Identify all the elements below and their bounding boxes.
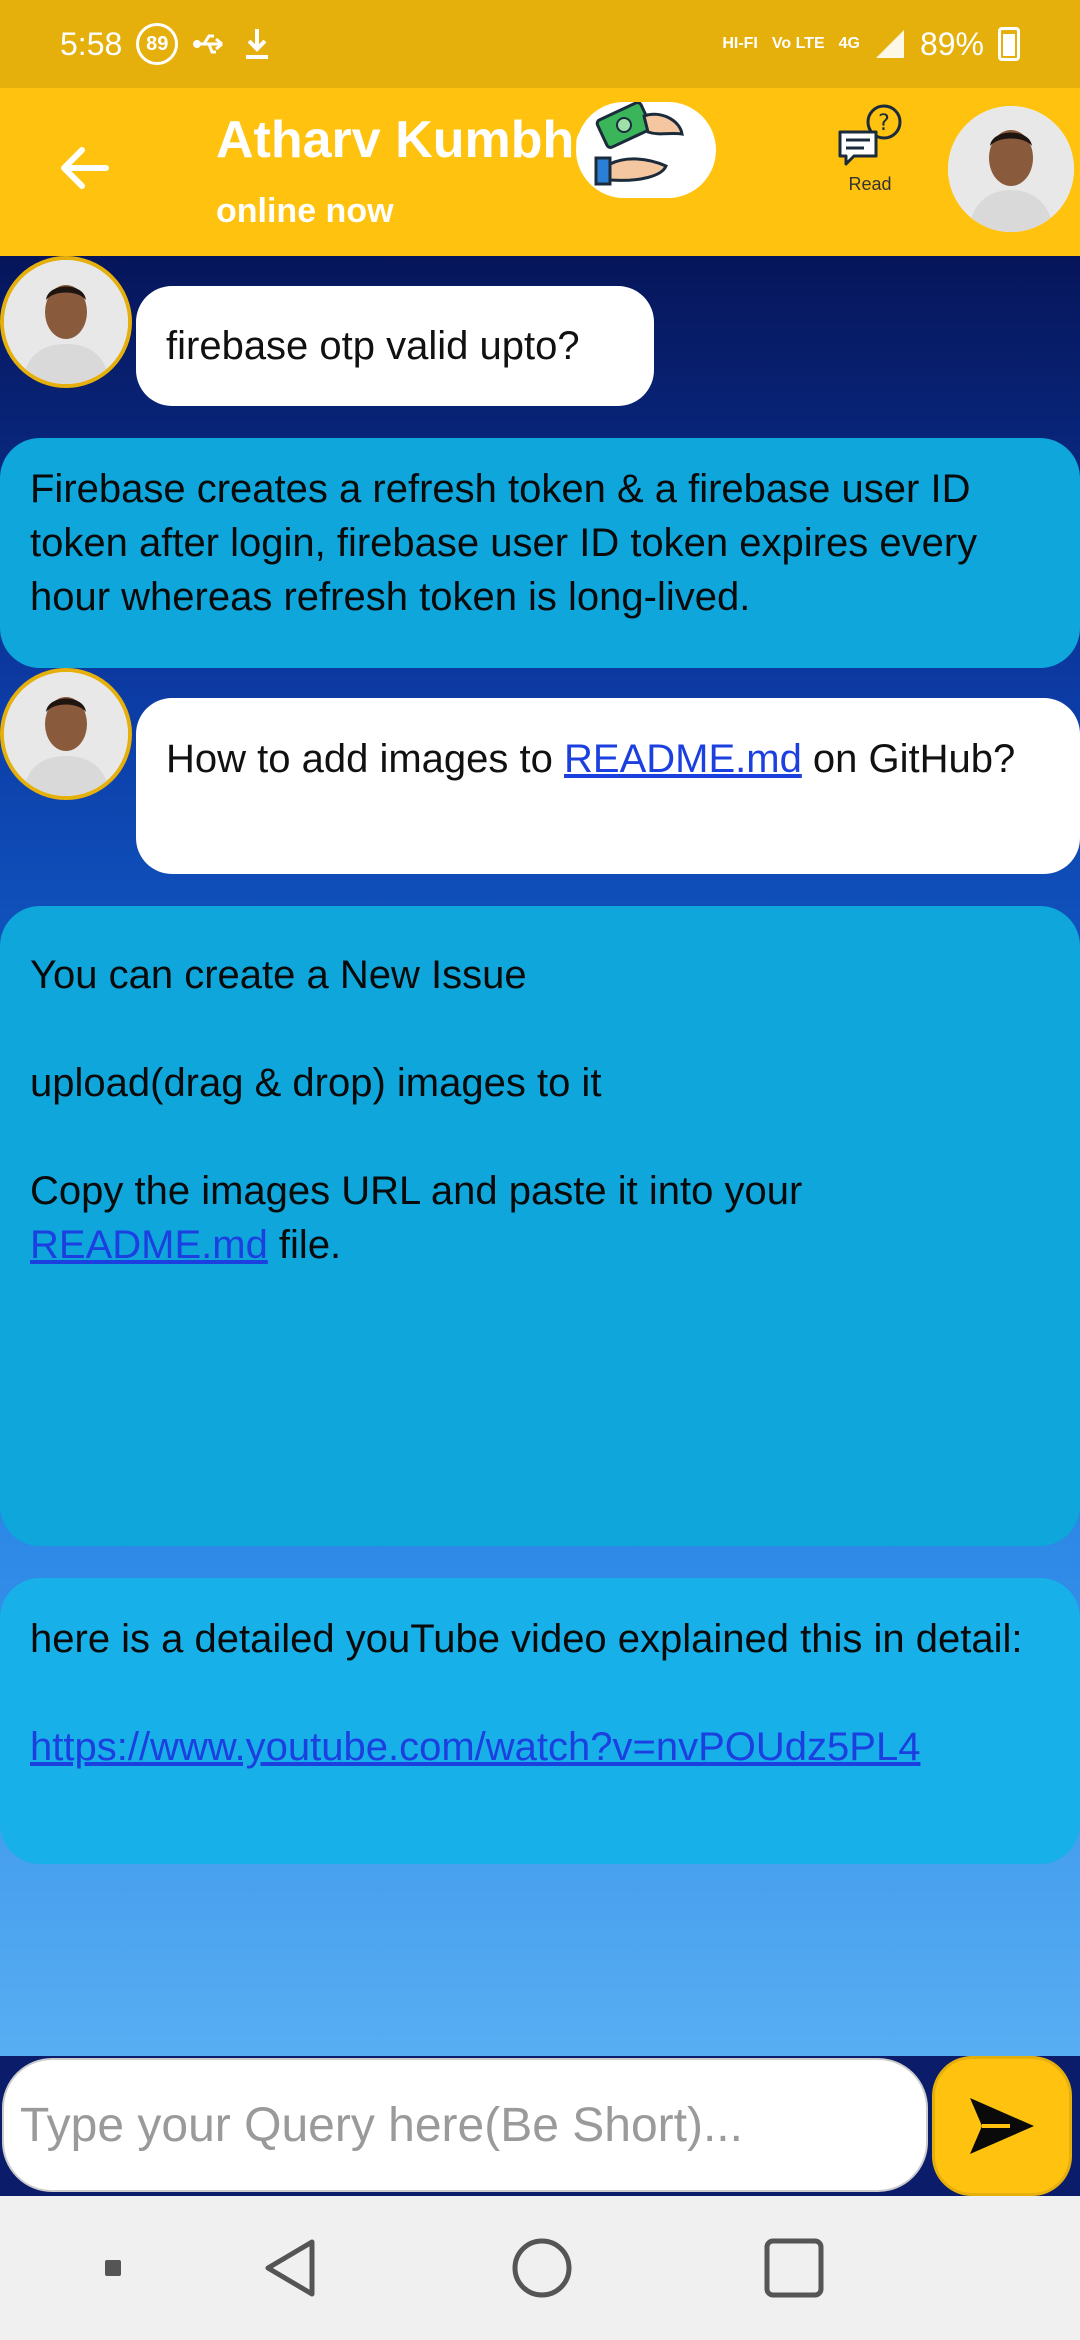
message-text: here is a detailed youTube video explain… xyxy=(30,1617,1023,1661)
youtube-link[interactable]: https://www.youtube.com/watch?v=nvPOUdz5… xyxy=(30,1725,920,1769)
bot-message-bubble[interactable]: Firebase creates a refresh token & a fir… xyxy=(0,438,1080,668)
person-photo-icon xyxy=(4,672,128,796)
message-text: file. xyxy=(267,1223,342,1267)
bot-message-bubble[interactable]: You can create a New Issue upload(drag &… xyxy=(0,906,1080,1546)
send-icon xyxy=(970,2098,1034,2154)
payment-button[interactable] xyxy=(576,101,716,198)
person-photo-icon xyxy=(948,106,1074,232)
back-triangle-icon xyxy=(265,2239,315,2297)
person-photo-icon xyxy=(4,260,128,384)
download-icon xyxy=(246,29,269,59)
chat-message-list[interactable]: firebase otp valid upto? Firebase create… xyxy=(0,256,1080,2056)
svg-text:?: ? xyxy=(878,111,890,136)
nav-back-button[interactable] xyxy=(250,2196,330,2340)
chat-header: Atharv Kumbhej online now ? Read xyxy=(0,88,1080,256)
message-line: upload(drag & drop) images to it xyxy=(30,1061,602,1105)
readme-link[interactable]: README.md xyxy=(30,1223,268,1267)
small-square-icon xyxy=(105,2260,121,2276)
status-bar: 5:58 89 HI-FI Vo LTE 4G 89% xyxy=(0,0,1080,88)
message-line: README.md file. xyxy=(30,1218,1050,1272)
nav-home-button[interactable] xyxy=(500,2196,584,2340)
read-label: Read xyxy=(848,174,892,194)
signal-icon xyxy=(875,30,904,58)
message-text: firebase otp valid upto? xyxy=(166,324,580,368)
network-type-indicator: 4G xyxy=(838,35,860,52)
query-input[interactable] xyxy=(2,2058,928,2192)
readme-link[interactable]: README.md xyxy=(564,737,802,781)
message-line: You can create a New Issue xyxy=(30,953,527,997)
status-bar-right: HI-FI Vo LTE 4G 89% xyxy=(722,26,1020,63)
hifi-indicator: HI-FI xyxy=(722,35,758,52)
contact-name: Atharv Kumbhej xyxy=(216,111,618,169)
user-message-bubble[interactable]: firebase otp valid upto? xyxy=(136,286,654,406)
user-avatar xyxy=(0,668,132,800)
message-line-gap xyxy=(30,1110,1050,1164)
battery-icon xyxy=(998,27,1020,61)
home-circle-icon xyxy=(512,2238,572,2298)
system-navigation-bar xyxy=(0,2196,1080,2340)
message-line-gap xyxy=(30,1666,1050,1720)
message-text: on GitHub? xyxy=(801,737,1016,781)
back-button[interactable] xyxy=(52,140,116,204)
message-line-gap xyxy=(30,1002,1050,1056)
message-input-bar xyxy=(0,2056,1080,2196)
contact-status: online now xyxy=(216,192,394,230)
chat-question-icon: ? xyxy=(838,104,902,166)
contact-avatar[interactable] xyxy=(944,102,1078,236)
status-bar-left: 5:58 89 xyxy=(60,23,272,65)
message-text: Firebase creates a refresh token & a fir… xyxy=(30,467,978,619)
back-arrow-icon xyxy=(61,147,109,189)
battery-percent: 89% xyxy=(919,25,984,62)
user-avatar xyxy=(0,256,132,388)
money-hand-icon xyxy=(594,101,684,186)
message-line: Copy the images URL and paste it into yo… xyxy=(30,1169,803,1213)
recents-square-icon xyxy=(764,2238,824,2298)
read-button[interactable]: ? Read xyxy=(830,102,910,202)
notification-count-badge: 89 xyxy=(136,23,179,65)
nav-menu-button[interactable] xyxy=(88,2196,138,2340)
volte-indicator: Vo LTE xyxy=(771,35,825,52)
usb-icon xyxy=(193,34,224,54)
send-button[interactable] xyxy=(932,2056,1072,2196)
bot-message-bubble[interactable]: here is a detailed youTube video explain… xyxy=(0,1578,1080,1864)
message-text: How to add images to xyxy=(166,737,564,781)
status-time: 5:58 xyxy=(60,25,123,62)
nav-recents-button[interactable] xyxy=(752,2196,836,2340)
user-message-bubble[interactable]: How to add images to README.md on GitHub… xyxy=(136,698,1080,874)
